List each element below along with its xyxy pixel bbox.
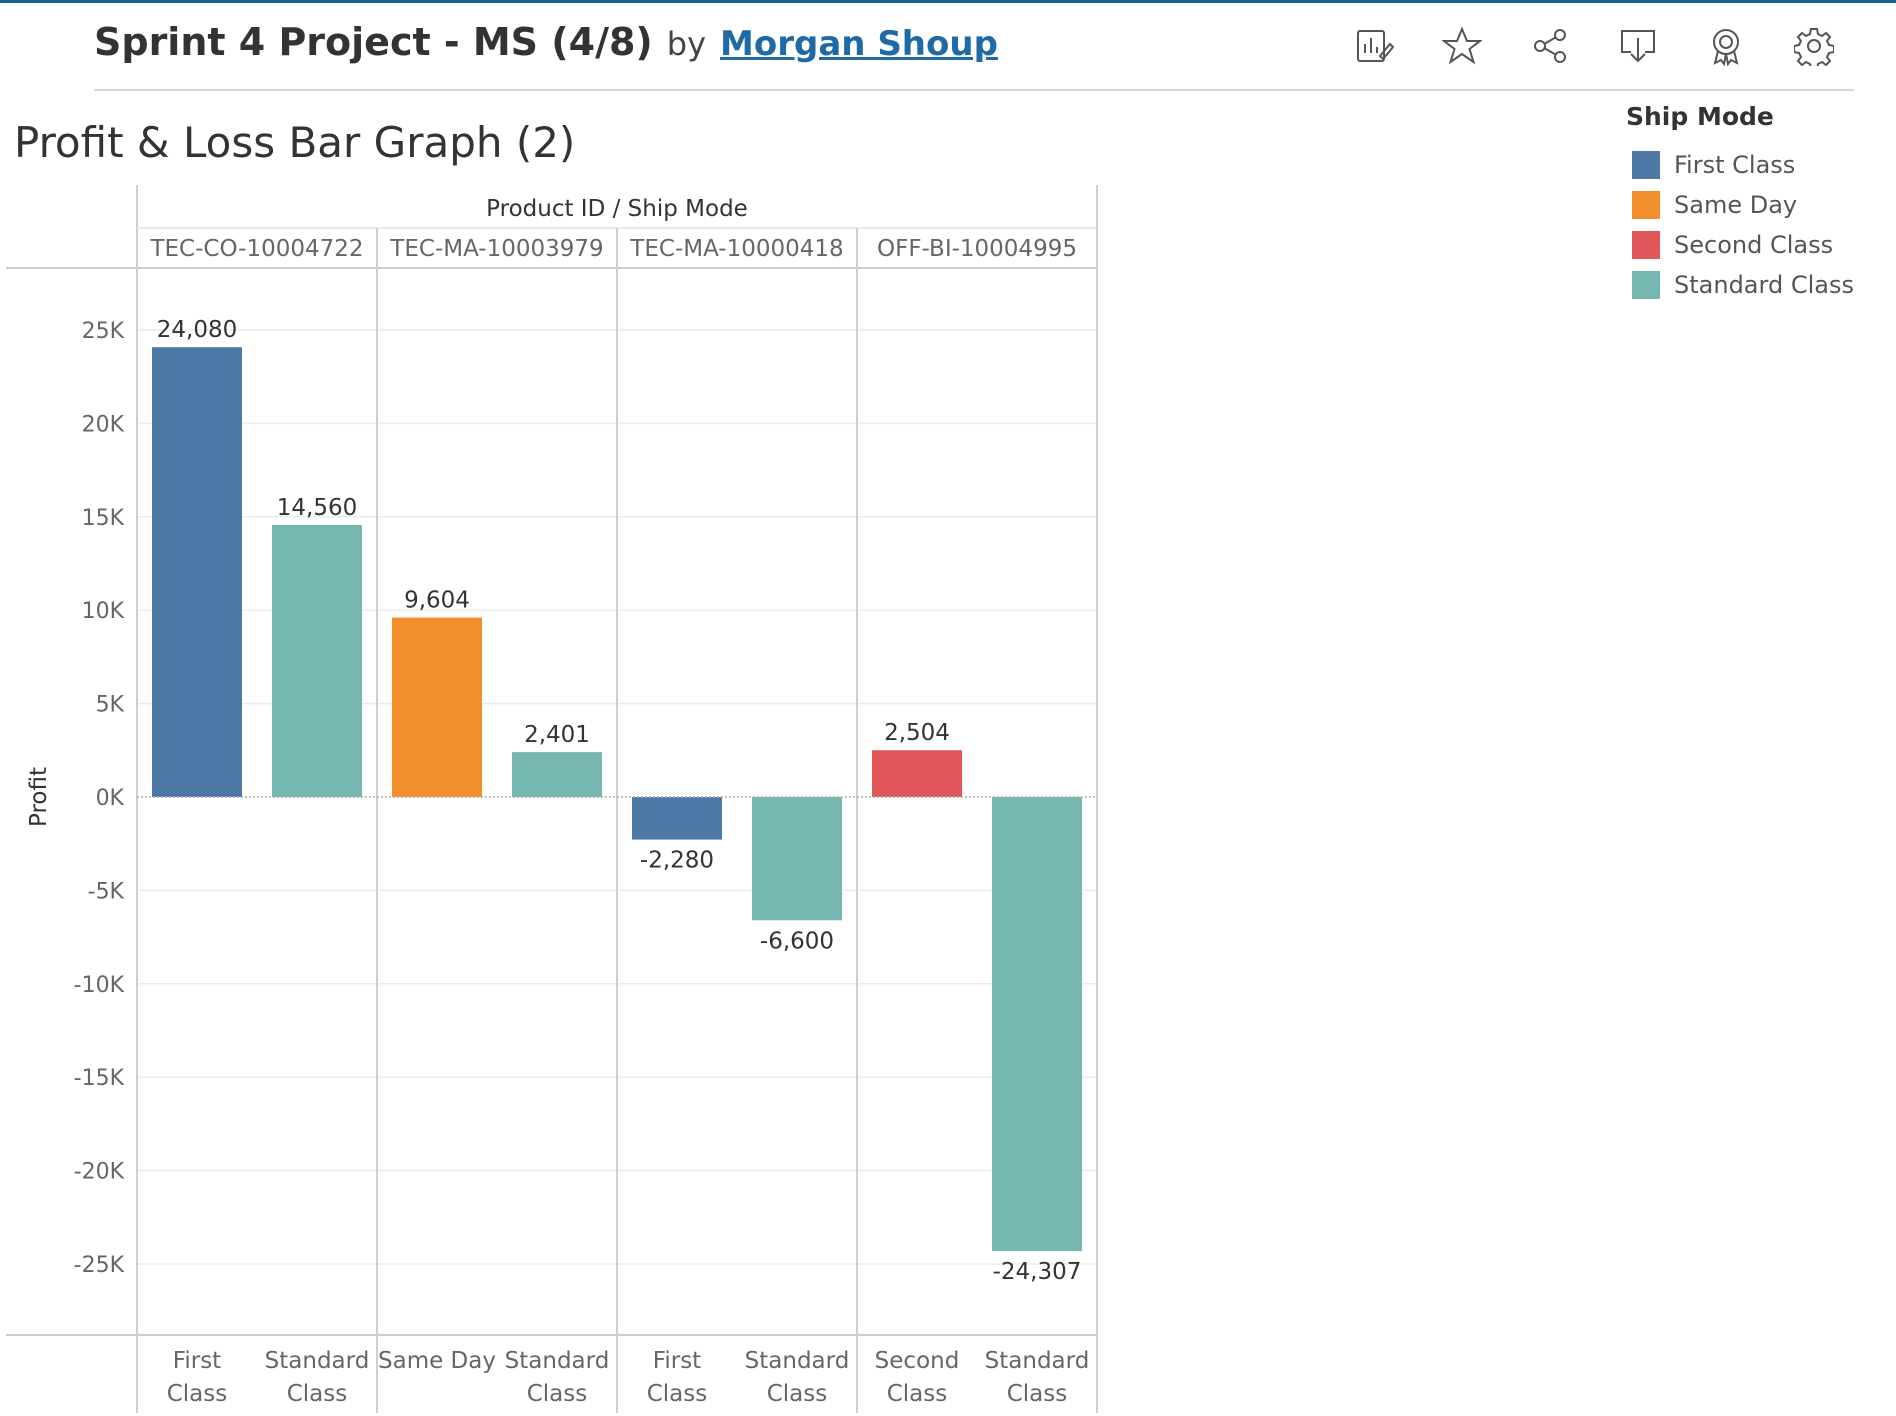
data-label: -6,600 [760,928,834,954]
y-tick-label: -10K [74,973,125,998]
data-label: 14,560 [277,495,357,521]
bar [272,525,362,797]
data-label: 24,080 [157,317,237,343]
category-label: Second [875,1348,960,1374]
y-tick-label: 0K [96,786,125,811]
y-tick-label: -20K [74,1160,125,1185]
data-label: -2,280 [640,848,714,874]
category-label: Class [287,1381,348,1407]
y-tick-label: 20K [82,412,125,437]
y-tick-label: 25K [82,319,125,344]
category-label: Class [767,1381,828,1407]
category-label: Class [527,1381,588,1407]
product-id-label: OFF-BI-10004995 [877,236,1077,262]
y-tick-label: 5K [96,693,125,718]
bar [992,797,1082,1252]
bar [752,797,842,921]
bar [152,347,242,797]
product-id-label: TEC-CO-10004722 [149,236,363,262]
category-label: Same Day [378,1348,496,1374]
profit-bar-chart: Product ID / Ship Mode TEC-CO-10004722 TEC… [6,185,1098,1413]
product-id-label: TEC-MA-10003979 [389,236,603,262]
product-id-label: TEC-MA-10000418 [629,236,843,262]
data-label: 2,401 [524,722,590,748]
bar [392,617,482,797]
column-header: Product ID / Ship Mode [486,196,748,222]
data-label: 2,504 [884,720,950,746]
category-label: Class [167,1381,228,1407]
category-label: Standard [265,1348,370,1374]
bar [872,750,962,797]
data-label: 9,604 [404,588,470,614]
category-label: First [173,1348,221,1374]
y-tick-label: 15K [82,506,125,531]
y-tick-label: -15K [74,1066,125,1091]
bar [512,752,602,797]
y-tick-label: 10K [82,599,125,624]
y-axis-label: Profit [26,767,52,827]
category-label: Standard [985,1348,1090,1374]
category-label: Class [1007,1381,1068,1407]
bar [632,797,722,840]
y-tick-label: -5K [88,879,125,904]
category-label: Standard [745,1348,850,1374]
category-label: First [653,1348,701,1374]
category-label: Class [647,1381,708,1407]
category-label: Class [887,1381,948,1407]
y-tick-label: -25K [74,1253,125,1278]
data-label: -24,307 [993,1259,1082,1285]
category-label: Standard [505,1348,610,1374]
